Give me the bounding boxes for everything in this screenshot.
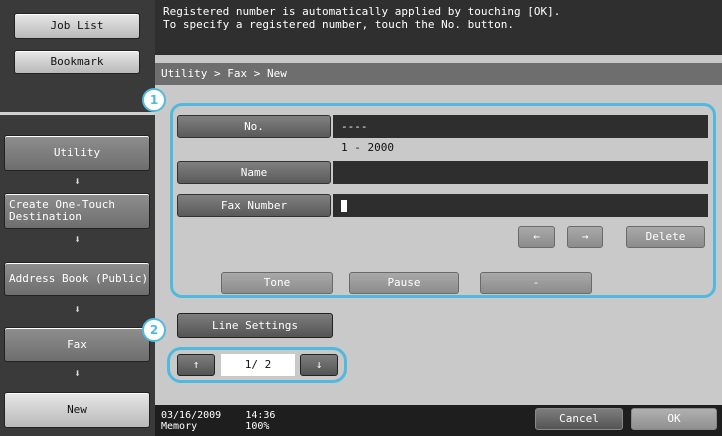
- message-line-2: To specify a registered number, touch th…: [163, 18, 514, 31]
- fax-new-screen: Job List Bookmark Utility ⬇ Create One-T…: [0, 0, 722, 436]
- page-indicator: 1/ 2: [221, 354, 295, 376]
- delete-button[interactable]: Delete: [626, 226, 705, 248]
- page-down-button[interactable]: ↓: [300, 354, 338, 376]
- down-arrow-icon: ⬇: [74, 303, 81, 316]
- down-arrow-icon: ⬇: [74, 175, 81, 188]
- sidebar-divider: [0, 112, 155, 115]
- callout-2-icon: 2: [142, 318, 166, 342]
- fax-number-field[interactable]: [333, 194, 708, 217]
- cursor-left-button[interactable]: ←: [518, 226, 555, 248]
- dash-button[interactable]: -: [480, 272, 592, 294]
- name-button[interactable]: Name: [177, 161, 331, 184]
- line-settings-button[interactable]: Line Settings: [177, 313, 333, 338]
- page-navigator: ↑ 1/ 2 ↓: [167, 347, 347, 383]
- job-list-button[interactable]: Job List: [14, 13, 140, 39]
- status-info: 03/16/2009 14:36 Memory 100%: [161, 410, 275, 432]
- fax-number-button[interactable]: Fax Number: [177, 194, 331, 217]
- status-bar: 03/16/2009 14:36 Memory 100% Cancel OK: [155, 405, 722, 436]
- ok-button[interactable]: OK: [631, 408, 717, 430]
- no-range-text: 1 - 2000: [341, 141, 394, 154]
- sidebar-item-utility[interactable]: Utility: [4, 135, 150, 171]
- message-line-1: Registered number is automatically appli…: [163, 5, 561, 18]
- down-arrow-icon: ⬇: [74, 233, 81, 246]
- sidebar-item-fax[interactable]: Fax: [4, 327, 150, 362]
- page-up-button[interactable]: ↑: [177, 354, 215, 376]
- sidebar-item-create-one-touch[interactable]: Create One-Touch Destination: [4, 193, 150, 229]
- bookmark-button[interactable]: Bookmark: [14, 50, 140, 74]
- breadcrumb: Utility > Fax > New: [155, 63, 722, 85]
- memory-label: Memory: [161, 421, 198, 432]
- text-cursor: [341, 200, 347, 212]
- no-button[interactable]: No.: [177, 115, 331, 138]
- tone-button[interactable]: Tone: [221, 272, 333, 294]
- down-arrow-icon: ⬇: [74, 367, 81, 380]
- callout-1-icon: 1: [142, 88, 166, 112]
- cursor-right-button[interactable]: →: [567, 226, 603, 248]
- name-field[interactable]: [333, 161, 708, 184]
- pause-button[interactable]: Pause: [349, 272, 459, 294]
- time-text: 14:36: [245, 410, 276, 421]
- sidebar-item-new[interactable]: New: [4, 392, 150, 428]
- cancel-button[interactable]: Cancel: [535, 408, 623, 430]
- memory-value: 100%: [245, 421, 270, 432]
- instruction-message: Registered number is automatically appli…: [155, 0, 722, 55]
- no-field: ----: [333, 115, 708, 138]
- sidebar: Job List Bookmark Utility ⬇ Create One-T…: [0, 0, 155, 436]
- sidebar-item-address-book[interactable]: Address Book (Public): [4, 262, 150, 296]
- main-content: Utility > Fax > New 1 No. ---- 1 - 2000 …: [142, 55, 722, 405]
- date-text: 03/16/2009: [161, 410, 222, 421]
